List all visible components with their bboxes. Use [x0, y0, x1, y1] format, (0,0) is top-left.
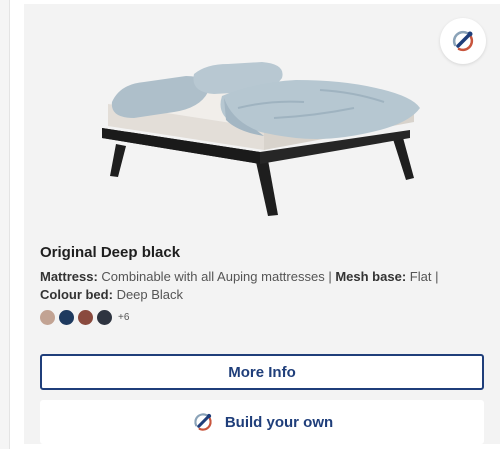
product-card[interactable]: Original Deep black Mattress: Combinable… [24, 4, 500, 444]
mesh-value: Flat [409, 269, 432, 284]
mattress-label: Mattress: [40, 269, 98, 284]
more-colours-count[interactable]: +6 [118, 312, 129, 323]
left-panel-edge [0, 0, 10, 449]
more-info-button[interactable]: More Info [40, 354, 484, 390]
colour-swatches: +6 [40, 310, 129, 325]
swatch-beige[interactable] [40, 310, 55, 325]
product-specs: Mattress: Combinable with all Auping mat… [40, 268, 490, 304]
swatch-brown[interactable] [78, 310, 93, 325]
product-title[interactable]: Original Deep black [40, 244, 180, 261]
configurator-brush-icon [191, 410, 215, 434]
swatch-dark-grey[interactable] [97, 310, 112, 325]
build-your-own-label: Build your own [224, 413, 334, 431]
colour-label: Colour bed: [40, 287, 113, 302]
mattress-value: Combinable with all Auping mattresses [101, 269, 325, 284]
build-your-own-button[interactable]: Build your own [40, 400, 484, 444]
spec-separator: | [435, 269, 439, 284]
swatch-navy[interactable] [59, 310, 74, 325]
bed-product-image[interactable] [24, 24, 500, 234]
mesh-label: Mesh base: [335, 269, 407, 284]
spec-separator: | [328, 269, 332, 284]
colour-value: Deep Black [116, 287, 184, 302]
